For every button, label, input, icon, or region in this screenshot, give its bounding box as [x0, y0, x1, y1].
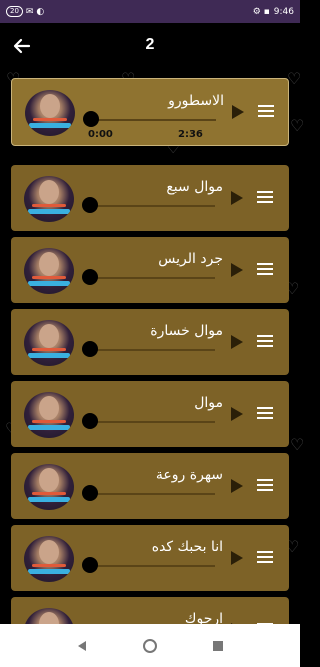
system-nav-bar: [0, 624, 300, 667]
play-button[interactable]: [230, 334, 244, 350]
page-title: 2: [145, 36, 155, 53]
play-button[interactable]: [230, 190, 244, 206]
menu-button[interactable]: [257, 407, 273, 421]
album-art: [24, 536, 74, 582]
menu-line: [258, 105, 274, 107]
seek-track[interactable]: [91, 205, 215, 207]
menu-line: [257, 273, 273, 275]
status-bar: 20 ✉ ◐ ⚙ ▪ 9:46: [0, 0, 300, 23]
menu-button[interactable]: [258, 105, 274, 119]
seek-track[interactable]: [91, 349, 215, 351]
album-art: [24, 464, 74, 510]
status-right: ⚙ ▪ 9:46: [253, 7, 294, 17]
play-button[interactable]: [230, 406, 244, 422]
album-art: [24, 248, 74, 294]
menu-line: [257, 489, 273, 491]
menu-line: [257, 561, 273, 563]
status-right-icons: ⚙ ▪: [252, 6, 270, 17]
song-card[interactable]: الاسطورو 0:00 2:36: [11, 78, 289, 146]
menu-button[interactable]: [257, 479, 273, 493]
album-art: [24, 320, 74, 366]
nav-back-button[interactable]: [72, 636, 92, 656]
menu-line: [257, 340, 273, 342]
seek-track[interactable]: [91, 565, 215, 567]
menu-button[interactable]: [257, 263, 273, 277]
play-icon: [231, 335, 243, 349]
seek-handle[interactable]: [83, 111, 99, 127]
play-icon: [231, 407, 243, 421]
menu-line: [257, 191, 273, 193]
play-icon: [231, 551, 243, 565]
clock: 9:46: [273, 6, 294, 17]
song-title: الاسطورو: [168, 93, 224, 109]
play-icon: [231, 191, 243, 205]
menu-line: [257, 196, 273, 198]
menu-line: [257, 201, 273, 203]
album-art: [24, 608, 74, 624]
seek-track[interactable]: [92, 119, 216, 121]
nav-home-icon: [143, 638, 157, 653]
play-icon: [231, 479, 243, 493]
seek-track[interactable]: [91, 493, 215, 495]
play-icon: [232, 105, 244, 119]
song-card[interactable]: سهرة روعة: [11, 453, 289, 519]
nav-recents-button[interactable]: [208, 636, 228, 656]
status-left: 20 ✉ ◐: [6, 6, 44, 17]
song-card[interactable]: موال: [11, 381, 289, 447]
song-card[interactable]: انا بحبك كده: [11, 525, 289, 591]
seek-handle[interactable]: [82, 557, 98, 573]
nav-back-icon: [78, 640, 86, 651]
menu-line: [257, 556, 273, 558]
album-art: [24, 392, 74, 438]
seek-handle[interactable]: [82, 341, 98, 357]
menu-line: [257, 484, 273, 486]
menu-line: [257, 417, 273, 419]
menu-line: [257, 268, 273, 270]
menu-line: [257, 479, 273, 481]
song-card[interactable]: جرد الريس: [11, 237, 289, 303]
menu-line: [257, 551, 273, 553]
song-title: انا بحبك كده: [151, 539, 223, 555]
song-card[interactable]: موال خسارة: [11, 309, 289, 375]
song-card[interactable]: ارجوك: [11, 597, 289, 624]
menu-button[interactable]: [257, 335, 273, 349]
notification-badge: 20: [6, 6, 23, 17]
seek-handle[interactable]: [82, 413, 98, 429]
song-title: موال سبع: [166, 179, 223, 195]
song-title: موال خسارة: [150, 323, 223, 339]
album-art: [25, 90, 75, 136]
menu-line: [257, 412, 273, 414]
nav-recents-icon: [213, 640, 223, 651]
menu-line: [257, 335, 273, 337]
seek-handle[interactable]: [82, 485, 98, 501]
menu-button[interactable]: [257, 551, 273, 565]
seek-track[interactable]: [91, 421, 215, 423]
seek-handle[interactable]: [82, 269, 98, 285]
song-title: جرد الريس: [158, 251, 223, 267]
song-card[interactable]: موال سبع: [11, 165, 289, 231]
app-bar: 2: [0, 23, 300, 69]
status-left-icons: ✉ ◐: [25, 6, 45, 17]
menu-line: [257, 407, 273, 409]
album-art: [24, 176, 74, 222]
song-title: سهرة روعة: [155, 467, 223, 483]
nav-home-button[interactable]: [140, 636, 160, 656]
total-time: 2:36: [178, 129, 203, 140]
menu-line: [258, 110, 274, 112]
current-time: 0:00: [88, 129, 113, 140]
play-button[interactable]: [230, 478, 244, 494]
menu-line: [257, 345, 273, 347]
menu-line: [257, 263, 273, 265]
song-title: ارجوك: [184, 611, 223, 624]
menu-line: [258, 115, 274, 117]
play-button[interactable]: [231, 104, 245, 120]
seek-track[interactable]: [91, 277, 215, 279]
play-button[interactable]: [230, 262, 244, 278]
song-title: موال: [194, 395, 223, 411]
play-icon: [231, 263, 243, 277]
seek-handle[interactable]: [82, 197, 98, 213]
menu-button[interactable]: [257, 191, 273, 205]
song-list: الاسطورو 0:00 2:36 موال سبع جرد الريس مو…: [0, 69, 300, 624]
play-button[interactable]: [230, 550, 244, 566]
